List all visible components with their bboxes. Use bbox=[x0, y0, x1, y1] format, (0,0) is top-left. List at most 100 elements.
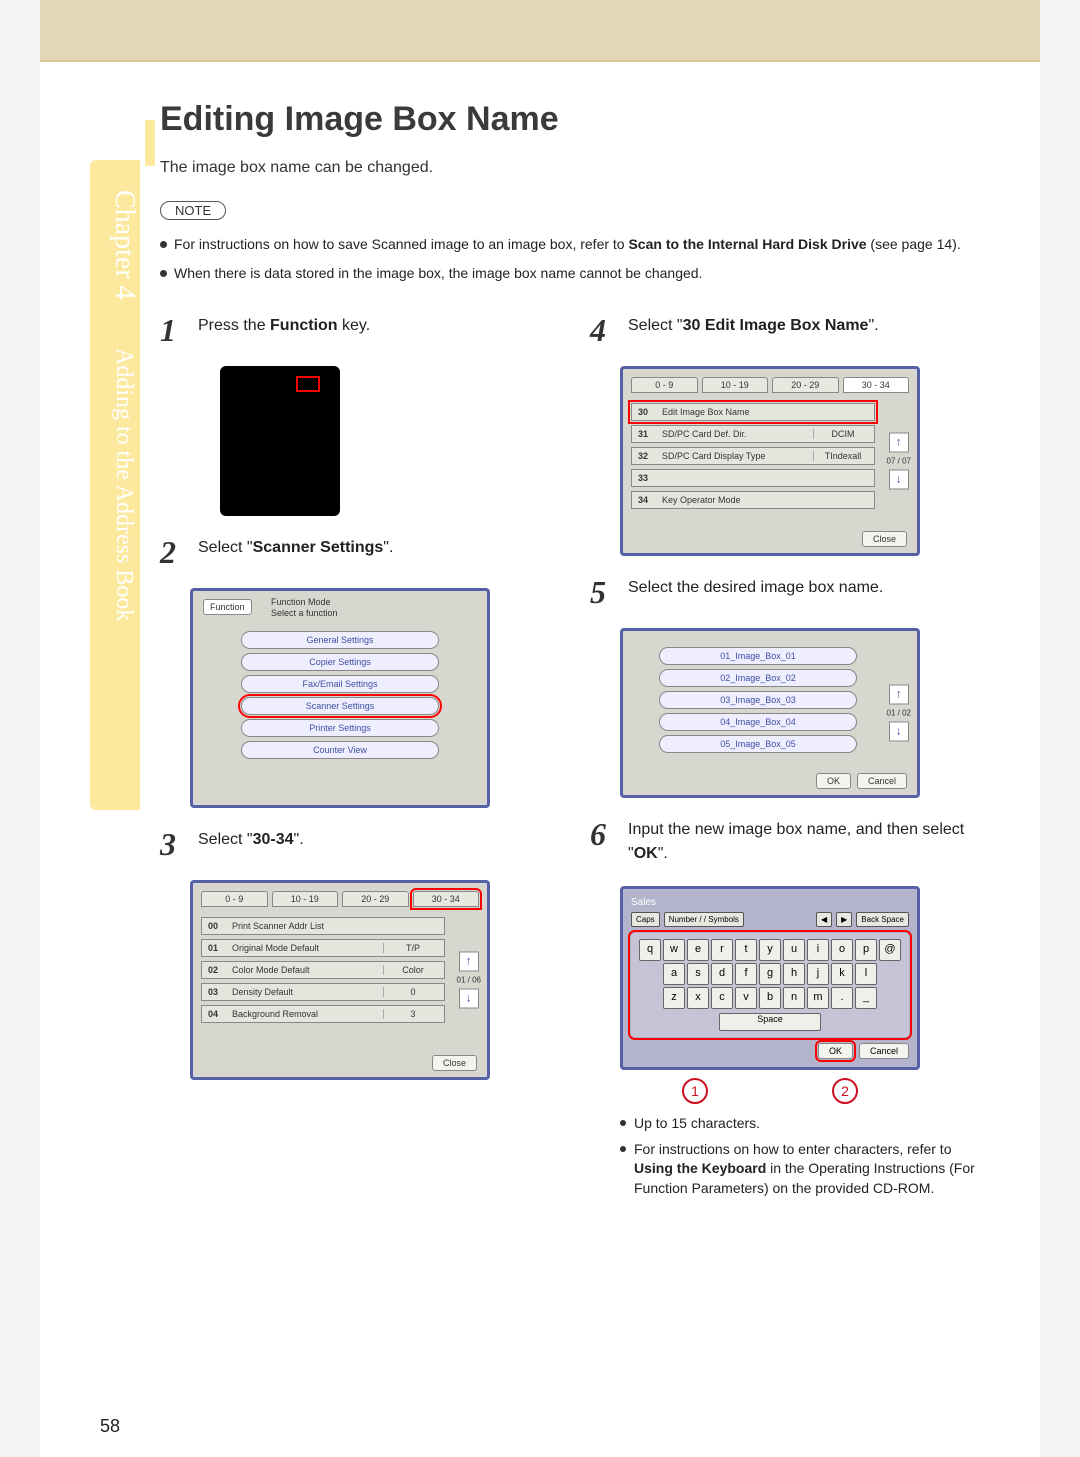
tab[interactable]: 0 - 9 bbox=[201, 891, 268, 907]
setting-row[interactable]: 02Color Mode DefaultColor bbox=[201, 961, 445, 979]
key[interactable]: n bbox=[783, 987, 805, 1009]
key[interactable]: p bbox=[855, 939, 877, 961]
key[interactable]: c bbox=[711, 987, 733, 1009]
tab-30-34[interactable]: 30 - 34 bbox=[843, 377, 910, 393]
step-text: Select " bbox=[198, 539, 253, 556]
key[interactable]: z bbox=[663, 987, 685, 1009]
key[interactable]: w bbox=[663, 939, 685, 961]
key[interactable]: _ bbox=[855, 987, 877, 1009]
scroll-down-icon[interactable]: ↓ bbox=[459, 989, 479, 1009]
scroll-up-icon[interactable]: ↑ bbox=[889, 433, 909, 453]
cancel-button[interactable]: Cancel bbox=[857, 773, 907, 789]
screenshot-scanner-settings: Function Function Mode Select a function… bbox=[190, 588, 490, 808]
intro-text: The image box name can be changed. bbox=[160, 159, 980, 177]
key[interactable]: v bbox=[735, 987, 757, 1009]
space-key[interactable]: Space bbox=[719, 1013, 821, 1031]
image-box-item[interactable]: 01_Image_Box_01 bbox=[659, 647, 857, 665]
ok-button[interactable]: OK bbox=[818, 1043, 853, 1059]
tab-30-34[interactable]: 30 - 34 bbox=[413, 891, 480, 907]
tab[interactable]: 10 - 19 bbox=[272, 891, 339, 907]
setting-row-edit-image-box[interactable]: 30Edit Image Box Name bbox=[631, 403, 875, 421]
image-box-item[interactable]: 03_Image_Box_03 bbox=[659, 691, 857, 709]
caps-button[interactable]: Caps bbox=[631, 912, 660, 927]
tab[interactable]: 20 - 29 bbox=[772, 377, 839, 393]
tab[interactable]: 0 - 9 bbox=[631, 377, 698, 393]
setting-row[interactable]: 31SD/PC Card Def. Dir.DCIM bbox=[631, 425, 875, 443]
key[interactable]: m bbox=[807, 987, 829, 1009]
close-button[interactable]: Close bbox=[432, 1055, 477, 1071]
key[interactable]: t bbox=[735, 939, 757, 961]
row-num: 31 bbox=[638, 429, 656, 439]
key[interactable]: q bbox=[639, 939, 661, 961]
content-area: Editing Image Box Name The image box nam… bbox=[40, 60, 1040, 1244]
image-box-item[interactable]: 02_Image_Box_02 bbox=[659, 669, 857, 687]
key[interactable]: x bbox=[687, 987, 709, 1009]
row-num: 00 bbox=[208, 921, 226, 931]
setting-row[interactable]: 33 bbox=[631, 469, 875, 487]
row-num: 34 bbox=[638, 495, 656, 505]
key[interactable]: o bbox=[831, 939, 853, 961]
keyboard-keys: q w e r t y u i o p @ bbox=[631, 933, 909, 1037]
key[interactable]: a bbox=[663, 963, 685, 985]
key[interactable]: g bbox=[759, 963, 781, 985]
symbols-button[interactable]: Number / / Symbols bbox=[664, 912, 744, 927]
step-text: Press the bbox=[198, 317, 270, 334]
key[interactable]: r bbox=[711, 939, 733, 961]
key[interactable]: f bbox=[735, 963, 757, 985]
image-box-item[interactable]: 05_Image_Box_05 bbox=[659, 735, 857, 753]
key[interactable]: d bbox=[711, 963, 733, 985]
key[interactable]: j bbox=[807, 963, 829, 985]
scroll-position: 01 / 06 bbox=[457, 976, 481, 985]
setting-row[interactable]: 32SD/PC Card Display TypeTIndexall bbox=[631, 447, 875, 465]
key[interactable]: e bbox=[687, 939, 709, 961]
ok-button[interactable]: OK bbox=[816, 773, 851, 789]
key[interactable]: @ bbox=[879, 939, 901, 961]
setting-row[interactable]: 03Density Default0 bbox=[201, 983, 445, 1001]
cursor-left-icon[interactable]: ◀ bbox=[816, 912, 832, 927]
cursor-right-icon[interactable]: ▶ bbox=[836, 912, 852, 927]
key[interactable]: u bbox=[783, 939, 805, 961]
note-bold: Scan to the Internal Hard Disk Drive bbox=[628, 236, 866, 252]
menu-item[interactable]: Fax/Email Settings bbox=[241, 675, 439, 693]
menu-item[interactable]: Counter View bbox=[241, 741, 439, 759]
setting-row[interactable]: 01Original Mode DefaultT/P bbox=[201, 939, 445, 957]
menu-item-scanner-settings[interactable]: Scanner Settings bbox=[241, 697, 439, 715]
setting-row[interactable]: 34Key Operator Mode bbox=[631, 491, 875, 509]
note-text: When there is data stored in the image b… bbox=[174, 265, 702, 281]
row-num: 32 bbox=[638, 451, 656, 461]
key[interactable]: s bbox=[687, 963, 709, 985]
scroll-up-icon[interactable]: ↑ bbox=[459, 952, 479, 972]
step-text: Select " bbox=[628, 317, 683, 334]
key[interactable]: b bbox=[759, 987, 781, 1009]
key[interactable]: h bbox=[783, 963, 805, 985]
function-button[interactable]: Function bbox=[203, 599, 252, 615]
backspace-button[interactable]: Back Space bbox=[856, 912, 909, 927]
scroll-up-icon[interactable]: ↑ bbox=[889, 685, 909, 705]
key[interactable]: . bbox=[831, 987, 853, 1009]
cancel-button[interactable]: Cancel bbox=[859, 1043, 909, 1059]
scroll-down-icon[interactable]: ↓ bbox=[889, 722, 909, 742]
setting-row[interactable]: 04Background Removal3 bbox=[201, 1005, 445, 1023]
image-box-item[interactable]: 04_Image_Box_04 bbox=[659, 713, 857, 731]
row-val: TIndexall bbox=[813, 451, 868, 461]
row-val: DCIM bbox=[813, 429, 868, 439]
setting-row[interactable]: 00Print Scanner Addr List bbox=[201, 917, 445, 935]
step-bold: OK bbox=[634, 845, 658, 862]
scroll-position: 01 / 02 bbox=[887, 709, 911, 718]
row-num: 04 bbox=[208, 1009, 226, 1019]
scroll-down-icon[interactable]: ↓ bbox=[889, 470, 909, 490]
step-bold: 30-34 bbox=[253, 831, 294, 848]
key[interactable]: i bbox=[807, 939, 829, 961]
tab[interactable]: 10 - 19 bbox=[702, 377, 769, 393]
menu-item[interactable]: Printer Settings bbox=[241, 719, 439, 737]
row-label: Original Mode Default bbox=[232, 943, 377, 953]
menu-item[interactable]: General Settings bbox=[241, 631, 439, 649]
step-text: ". bbox=[294, 831, 304, 848]
key[interactable]: l bbox=[855, 963, 877, 985]
key[interactable]: k bbox=[831, 963, 853, 985]
close-button[interactable]: Close bbox=[862, 531, 907, 547]
menu-item[interactable]: Copier Settings bbox=[241, 653, 439, 671]
step-text: Input the new image box name, and then s… bbox=[628, 821, 964, 862]
tab[interactable]: 20 - 29 bbox=[342, 891, 409, 907]
key[interactable]: y bbox=[759, 939, 781, 961]
